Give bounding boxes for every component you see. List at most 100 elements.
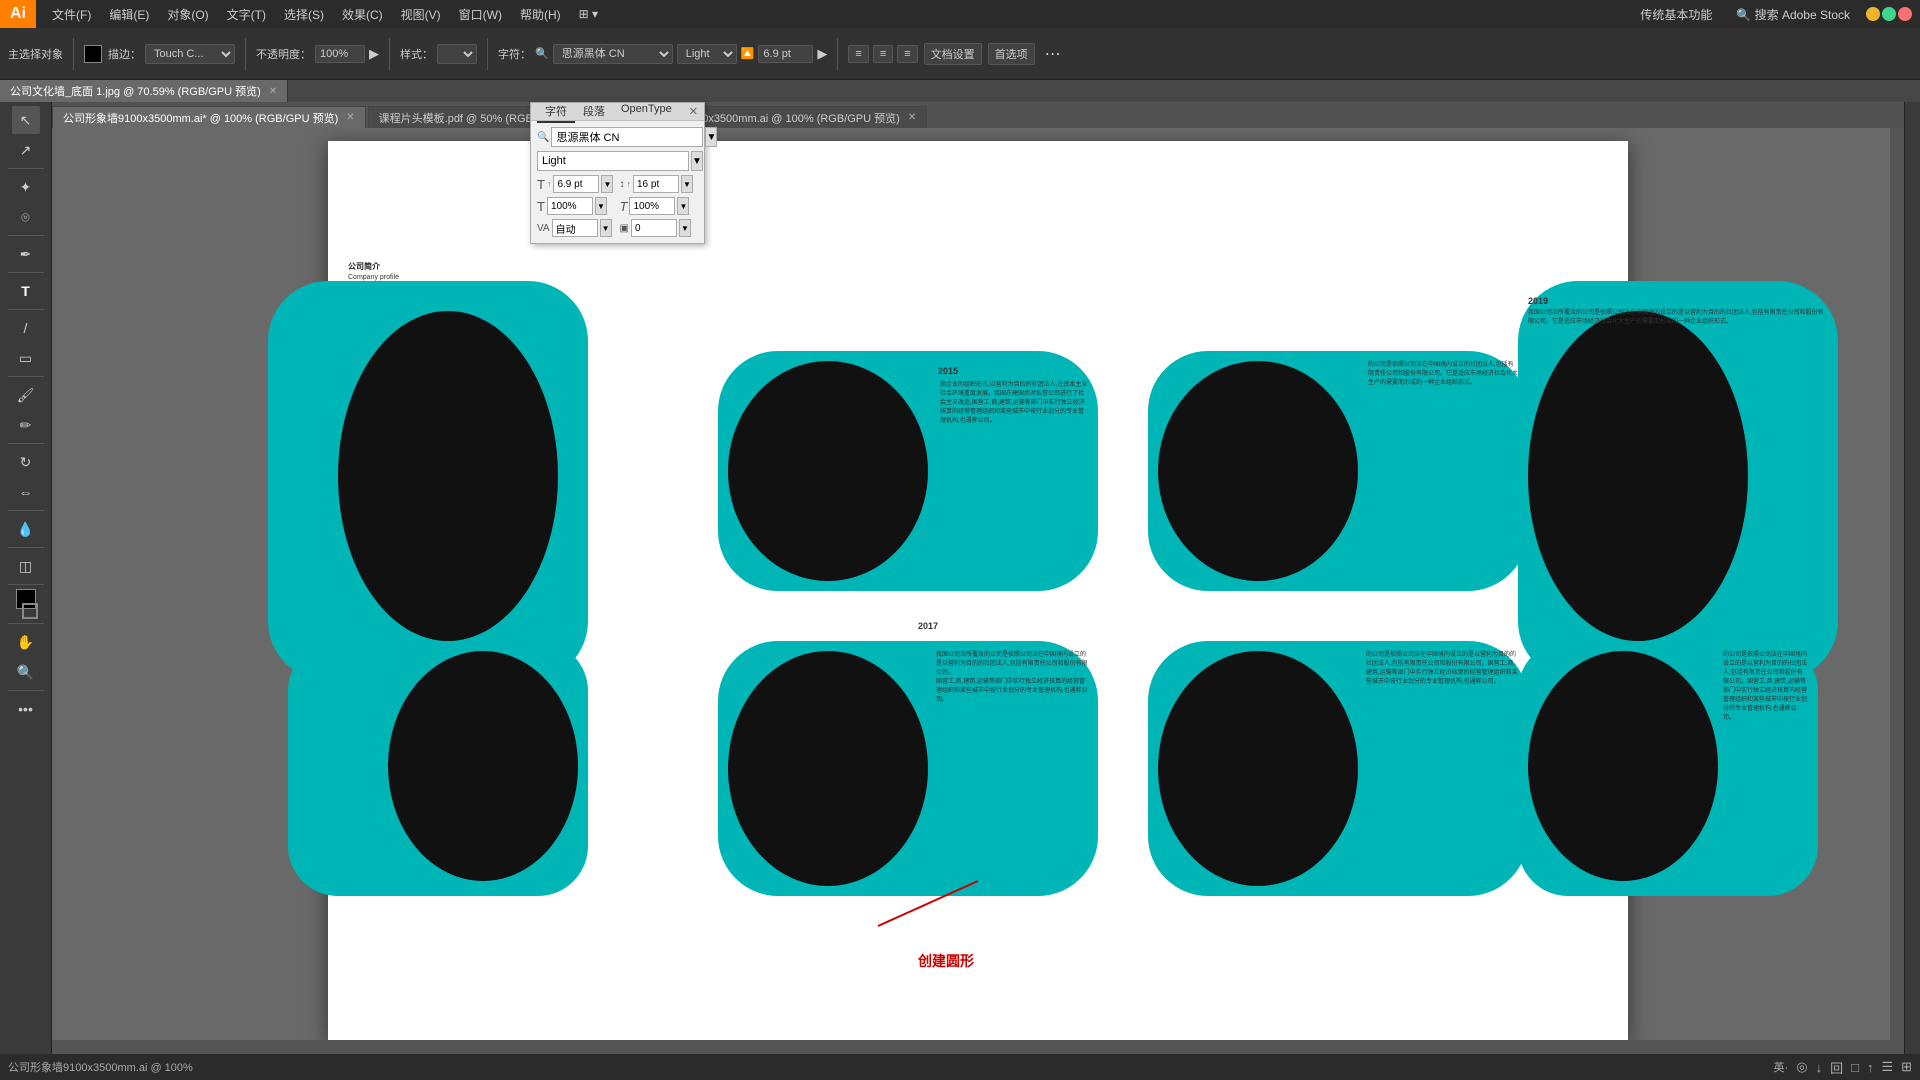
brush-select[interactable]: Touch C... bbox=[145, 44, 235, 64]
tool-line[interactable]: / bbox=[12, 314, 40, 342]
bottom-icon-8[interactable]: ⊞ bbox=[1901, 1059, 1912, 1075]
menu-icon-btn[interactable]: ⊞ ▾ bbox=[571, 5, 606, 23]
kerning-arrow[interactable]: ▼ bbox=[679, 219, 691, 237]
tool-divider-5 bbox=[8, 376, 44, 377]
bottom-icon-3[interactable]: ↓ bbox=[1816, 1060, 1823, 1075]
font-search-icon: 🔍 bbox=[535, 47, 549, 60]
scale-v-input[interactable] bbox=[629, 197, 675, 215]
scale-v-arrow[interactable]: ▼ bbox=[677, 197, 689, 215]
canvas-area[interactable]: 公司形象墙9100x3500mm.ai* @ 100% (RGB/GPU 预览)… bbox=[52, 102, 1904, 1054]
font-name-input[interactable] bbox=[551, 127, 703, 147]
doc-tab-1-close[interactable]: ✕ bbox=[346, 112, 354, 123]
maximize-button[interactable] bbox=[1882, 7, 1896, 21]
stroke-color-box[interactable] bbox=[84, 45, 102, 63]
align-right-btn[interactable]: ≡ bbox=[897, 45, 917, 63]
menu-file[interactable]: 文件(F) bbox=[44, 4, 99, 25]
tool-selection[interactable]: ↖ bbox=[12, 106, 40, 134]
font-panel-body: 🔍 ▼ ▼ T ↑ ▼ ↕ ↑ ▼ T bbox=[531, 121, 704, 243]
tab-opentype[interactable]: OpenType bbox=[613, 101, 680, 123]
horizontal-scrollbar[interactable] bbox=[52, 1040, 1890, 1054]
minimize-button[interactable] bbox=[1866, 7, 1880, 21]
doc-tab-3-close[interactable]: ✕ bbox=[908, 112, 916, 123]
tracking-arrow[interactable]: ▼ bbox=[600, 219, 612, 237]
font-weight-select[interactable]: Light bbox=[677, 44, 737, 64]
align-center-btn[interactable]: ≡ bbox=[873, 45, 893, 63]
line-height-field: ↕ ↑ ▼ bbox=[620, 175, 699, 193]
menu-effect[interactable]: 效果(C) bbox=[334, 4, 391, 25]
menu-help[interactable]: 帮助(H) bbox=[512, 4, 569, 25]
opacity-group: 不透明度： ▶ bbox=[256, 45, 379, 63]
line-height-label: ↕ bbox=[620, 179, 625, 190]
opacity-input[interactable] bbox=[315, 45, 365, 63]
tool-eyedropper[interactable]: 💧 bbox=[12, 515, 40, 543]
style-select[interactable] bbox=[437, 44, 477, 64]
doc-tab-1[interactable]: 公司形象墙9100x3500mm.ai* @ 100% (RGB/GPU 预览)… bbox=[52, 106, 366, 128]
kerning-label: ▣ bbox=[620, 223, 629, 234]
year-2015: 2015 bbox=[938, 366, 958, 376]
menu-edit[interactable]: 编辑(E) bbox=[101, 4, 157, 25]
tool-gradient[interactable]: ◫ bbox=[12, 552, 40, 580]
vertical-scrollbar[interactable] bbox=[1890, 128, 1904, 1054]
menu-object[interactable]: 对象(O) bbox=[159, 4, 216, 25]
font-weight-input[interactable] bbox=[537, 151, 689, 171]
scale-h-arrow[interactable]: ▼ bbox=[595, 197, 607, 215]
font-size-arrow[interactable]: ▶ bbox=[817, 46, 827, 62]
file-tab-close[interactable]: ✕ bbox=[269, 86, 277, 97]
app-logo: Ai bbox=[0, 0, 36, 28]
more-options-icon[interactable]: ⋯ bbox=[1045, 44, 1061, 64]
bottom-icon-5[interactable]: □ bbox=[1851, 1060, 1859, 1075]
arrange-btn[interactable]: 首选项 bbox=[988, 43, 1035, 65]
font-panel-close[interactable]: ✕ bbox=[689, 105, 698, 118]
oval-bottom-far-right bbox=[1528, 651, 1718, 881]
stroke-color-swatch[interactable] bbox=[22, 603, 38, 619]
tool-paintbrush[interactable]: 🖌 bbox=[12, 381, 40, 409]
tool-hand[interactable]: ✋ bbox=[12, 628, 40, 656]
file-tab-active[interactable]: 公司文化墙_底面 1.jpg @ 70.59% (RGB/GPU 预览) ✕ bbox=[0, 80, 288, 102]
font-size-up-icon: ↑ bbox=[547, 179, 552, 189]
tab-paragraph[interactable]: 段落 bbox=[575, 101, 613, 123]
tool-rectangle[interactable]: ▭ bbox=[12, 344, 40, 372]
doc-settings-btn[interactable]: 文档设置 bbox=[924, 43, 982, 65]
close-button[interactable] bbox=[1898, 7, 1912, 21]
bottom-icon-7[interactable]: ☰ bbox=[1881, 1059, 1893, 1075]
bottom-icon-6[interactable]: ↑ bbox=[1867, 1060, 1874, 1075]
scale-v-label: T bbox=[620, 199, 628, 214]
tool-lasso[interactable]: ⌾ bbox=[12, 203, 40, 231]
card-bottom-far-right-text: 的公司是依照公司法在中国境内设立的是以营利为目的的社团法人,包括有限责任公司和股… bbox=[1723, 651, 1808, 723]
bottom-icon-1[interactable]: 英· bbox=[1774, 1059, 1789, 1075]
font-dropdown-arrow[interactable]: ▼ bbox=[705, 127, 717, 147]
card-bottom-middle: 我国公司法所覆及的公司是依照公司法在中国境内设立的是以营利为目的的社团法人,包括… bbox=[718, 641, 1098, 896]
kerning-input[interactable] bbox=[631, 219, 677, 237]
tool-magic-wand[interactable]: ✦ bbox=[12, 173, 40, 201]
separator-3 bbox=[389, 38, 390, 70]
font-size-panel-input[interactable] bbox=[553, 175, 599, 193]
tracking-input[interactable] bbox=[552, 219, 598, 237]
font-select[interactable]: 思源黑体 CN bbox=[553, 44, 673, 64]
menu-window[interactable]: 窗口(W) bbox=[451, 4, 510, 25]
menu-select[interactable]: 选择(S) bbox=[276, 4, 332, 25]
tab-character[interactable]: 字符 bbox=[537, 101, 575, 123]
menu-text[interactable]: 文字(T) bbox=[219, 4, 274, 25]
scale-h-input[interactable] bbox=[547, 197, 593, 215]
oval-top-left bbox=[338, 311, 558, 641]
bottom-icon-4[interactable]: 回 bbox=[1830, 1058, 1843, 1077]
tool-pencil[interactable]: ✏ bbox=[12, 411, 40, 439]
tool-type[interactable]: T bbox=[12, 277, 40, 305]
tool-more[interactable]: ••• bbox=[12, 695, 40, 723]
tool-direct-selection[interactable]: ↗ bbox=[12, 136, 40, 164]
menu-view[interactable]: 视图(V) bbox=[393, 4, 449, 25]
align-left-btn[interactable]: ≡ bbox=[848, 45, 868, 63]
font-weight-arrow[interactable]: ▼ bbox=[691, 151, 703, 171]
font-size-input[interactable] bbox=[758, 45, 813, 63]
line-height-input[interactable] bbox=[633, 175, 679, 193]
tool-reflect[interactable]: ⇔ bbox=[12, 478, 40, 506]
line-height-arrow[interactable]: ▼ bbox=[681, 175, 693, 193]
tool-rotate[interactable]: ↻ bbox=[12, 448, 40, 476]
font-size-panel-arrow[interactable]: ▼ bbox=[601, 175, 613, 193]
tool-pen[interactable]: ✒ bbox=[12, 240, 40, 268]
right-panel bbox=[1904, 102, 1920, 1054]
tool-zoom[interactable]: 🔍 bbox=[12, 658, 40, 686]
opacity-arrow[interactable]: ▶ bbox=[369, 46, 379, 62]
search-stock[interactable]: 🔍 搜索 Adobe Stock bbox=[1728, 4, 1858, 25]
bottom-icon-2[interactable]: ◎ bbox=[1796, 1059, 1807, 1075]
